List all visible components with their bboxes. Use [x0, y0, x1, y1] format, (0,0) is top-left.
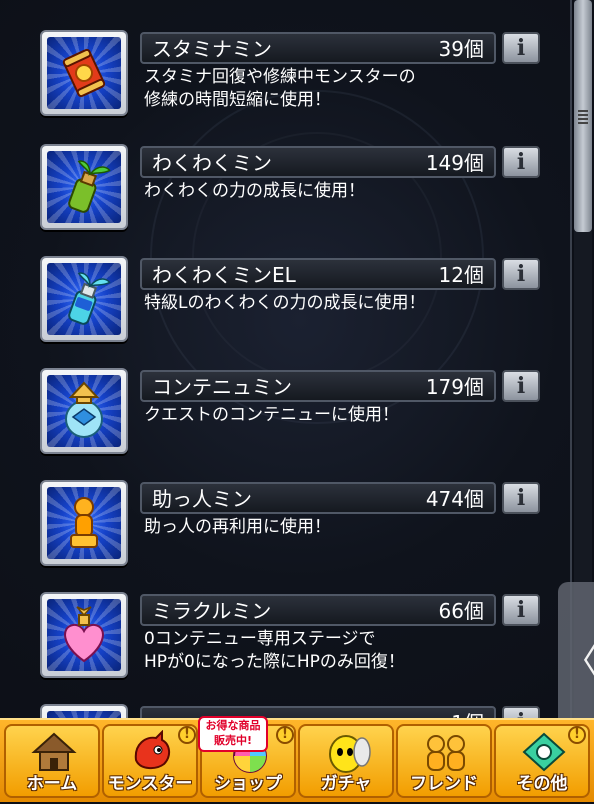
heart-bottle-icon: [64, 606, 104, 663]
description-line-1: 特級Lのわくわくの力の成長に使用！: [144, 293, 426, 313]
shop-alert-badge: !: [276, 726, 294, 744]
sprout-bottle-icon: [68, 160, 111, 213]
friends-icon: [427, 735, 465, 771]
tab-home[interactable]: ホーム: [4, 724, 100, 798]
item-count: 66個: [438, 599, 484, 623]
scrollbar-grip: [578, 110, 588, 126]
item-icon-frame: [40, 368, 128, 454]
item-name-bar: スタミナミン 39個: [140, 32, 496, 64]
item-name: コンテニュミン: [152, 375, 292, 399]
continue-jar-icon: [65, 381, 103, 438]
item-count: 179個: [425, 375, 484, 399]
item-name-bar: 助っ人ミン 474個: [140, 482, 496, 514]
monster-dragon-icon: [134, 730, 170, 770]
item-name: ミラクルミン: [152, 599, 272, 623]
item-count: 12個: [438, 263, 484, 287]
tab-friends[interactable]: フレンド: [396, 724, 492, 798]
item-name-bar: コンテニュミン 179個: [140, 370, 496, 402]
description-line-1: 助っ人の再利用に使用！: [144, 517, 331, 537]
other-menu-icon: [522, 732, 566, 772]
helper-figure-icon: [70, 497, 98, 548]
item-description: わくわくの力の成長に使用！: [144, 180, 365, 203]
info-button[interactable]: i: [502, 482, 540, 514]
description-line-2: 修練の時間短縮に使用！: [144, 90, 331, 110]
side-menu-handle[interactable]: 〈: [558, 582, 594, 730]
info-icon: i: [516, 485, 526, 511]
item-description: 0コンテニュー専用ステージで HPが0になった際にHPのみ回復！: [144, 628, 405, 674]
list-item[interactable]: スタミナミン 39個 i スタミナ回復や修練中モンスターの 修練の時間短縮に使用…: [0, 30, 560, 130]
stamina-can-icon: [62, 48, 106, 98]
item-icon-frame: [40, 256, 128, 342]
bottom-tab-bar: ホーム モンスター ショップ ガチャ フレンド その他 ! ! !: [0, 718, 594, 802]
list-item[interactable]: コンテニュミン 179個 i クエストのコンテニューに使用！: [0, 368, 560, 468]
item-count: 474個: [425, 487, 484, 511]
info-button[interactable]: i: [502, 32, 540, 64]
info-icon: i: [516, 597, 526, 623]
item-name: わくわくミンEL: [152, 263, 296, 287]
info-button[interactable]: i: [502, 370, 540, 402]
item-icon-frame: [40, 480, 128, 566]
shop-promo-badge[interactable]: お得な商品 販売中!: [198, 716, 268, 752]
other-alert-badge: !: [568, 726, 586, 744]
item-icon-frame: [40, 30, 128, 116]
description-line-1: 0コンテニュー専用ステージで: [144, 629, 376, 649]
item-icon-frame: [40, 144, 128, 230]
info-button[interactable]: i: [502, 146, 540, 178]
tab-gacha[interactable]: ガチャ: [298, 724, 394, 798]
info-button[interactable]: i: [502, 594, 540, 626]
tab-label: ホーム: [26, 774, 78, 794]
monster-alert-badge: !: [178, 726, 196, 744]
item-icon-frame: [40, 592, 128, 678]
info-icon: i: [516, 373, 526, 399]
list-item[interactable]: ミラクルミン 66個 i 0コンテニュー専用ステージで HPが0になった際にHP…: [0, 592, 560, 692]
promo-line-2: 販売中!: [213, 734, 253, 747]
item-description: 特級Lのわくわくの力の成長に使用！: [144, 292, 425, 315]
el-bottle-icon: [68, 272, 111, 325]
info-icon: i: [516, 261, 526, 287]
tab-label: ショップ: [214, 774, 282, 794]
item-description: スタミナ回復や修練中モンスターの 修練の時間短縮に使用！: [144, 66, 416, 112]
description-line-1: スタミナ回復や修練中モンスターの: [144, 67, 416, 87]
tab-label: ガチャ: [320, 774, 372, 794]
item-count: 39個: [438, 37, 484, 61]
item-list-panel: スタミナミン 39個 i スタミナ回復や修練中モンスターの 修練の時間短縮に使用…: [0, 0, 572, 800]
info-icon: i: [516, 35, 526, 61]
item-name-bar: わくわくミン 149個: [140, 146, 496, 178]
item-description: 助っ人の再利用に使用！: [144, 516, 331, 539]
list-item[interactable]: わくわくミンEL 12個 i 特級Lのわくわくの力の成長に使用！: [0, 256, 560, 356]
tab-label: その他: [516, 774, 568, 794]
item-name: スタミナミン: [152, 37, 272, 61]
item-name-bar: ミラクルミン 66個: [140, 594, 496, 626]
promo-line-1: お得な商品: [205, 719, 261, 732]
description-line-1: わくわくの力の成長に使用！: [144, 181, 365, 201]
gacha-egg-icon: [329, 735, 371, 773]
item-name: わくわくミン: [152, 151, 272, 175]
item-description: クエストのコンテニューに使用！: [144, 404, 399, 427]
item-name: 助っ人ミン: [152, 487, 252, 511]
list-item[interactable]: 助っ人ミン 474個 i 助っ人の再利用に使用！: [0, 480, 560, 580]
info-button[interactable]: i: [502, 258, 540, 290]
home-hut-icon: [31, 732, 77, 771]
item-count: 149個: [425, 151, 484, 175]
chevron-left-icon: 〈: [564, 634, 594, 683]
tab-label: モンスター: [107, 774, 193, 794]
description-line-2: HPが0になった際にHPのみ回復！: [144, 652, 405, 672]
tab-label: フレンド: [410, 774, 478, 794]
item-name-bar: わくわくミンEL 12個: [140, 258, 496, 290]
list-item[interactable]: わくわくミン 149個 i わくわくの力の成長に使用！: [0, 144, 560, 244]
description-line-1: クエストのコンテニューに使用！: [144, 405, 399, 425]
info-icon: i: [516, 149, 526, 175]
